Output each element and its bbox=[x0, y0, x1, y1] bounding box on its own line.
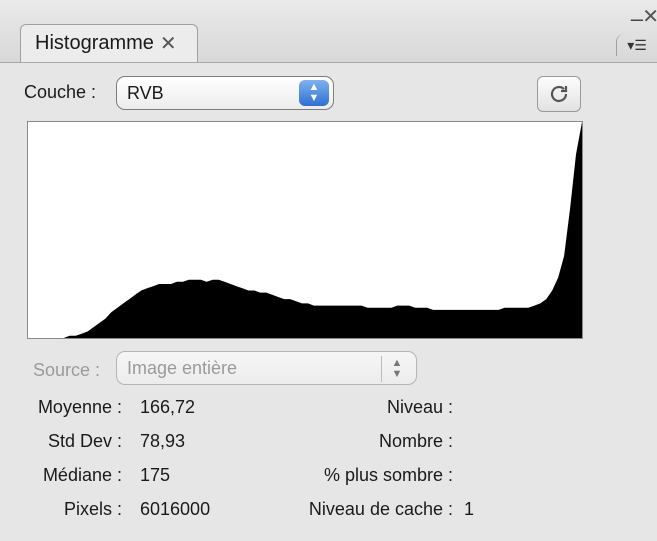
tab-label: Histogramme bbox=[35, 32, 154, 54]
channel-select[interactable]: RVB ▲ ▼ bbox=[116, 76, 334, 110]
stat-label-moyenne: Moyenne : bbox=[37, 397, 122, 417]
channel-select-value: RVB bbox=[127, 83, 164, 103]
source-select-value: Image entière bbox=[127, 358, 238, 378]
stat-label-niveau-cache: Niveau de cache : bbox=[308, 499, 453, 519]
tab-close-icon[interactable]: ✕ bbox=[160, 31, 177, 56]
stat-value-mediane: 175 bbox=[140, 465, 171, 485]
stat-label-std-dev: Std Dev : bbox=[47, 431, 122, 451]
stat-label-nombre: Nombre : bbox=[378, 431, 453, 451]
stat-value-niveau-cache: 1 bbox=[464, 499, 475, 519]
panel-menu-icon[interactable]: ▾☰ bbox=[616, 34, 657, 56]
stat-label-plus-sombre: % plus sombre : bbox=[323, 465, 453, 485]
histogram-panel: Histogramme ✕ – ✕ ▾☰ Couche : RVB ▲ ▼ Sou… bbox=[0, 0, 657, 541]
source-label: Source : bbox=[33, 360, 101, 380]
stat-value-moyenne: 166,72 bbox=[140, 397, 196, 417]
stat-label-pixels: Pixels : bbox=[63, 499, 122, 519]
select-arrows-icon: ▲ ▼ bbox=[299, 80, 329, 106]
histogram-graph bbox=[27, 121, 583, 339]
stat-label-niveau: Niveau : bbox=[386, 397, 453, 417]
refresh-icon bbox=[550, 85, 568, 103]
minimize-icon[interactable]: – bbox=[631, 6, 643, 32]
panel-tab-bar: Histogramme ✕ – ✕ ▾☰ bbox=[0, 0, 657, 63]
tab-histogramme[interactable]: Histogramme ✕ bbox=[20, 24, 198, 62]
refresh-button[interactable] bbox=[537, 76, 581, 112]
histogram-chart bbox=[28, 122, 582, 338]
stat-label-mediane: Médiane : bbox=[42, 465, 122, 485]
histogram-area bbox=[28, 122, 582, 338]
stat-value-std-dev: 78,93 bbox=[140, 431, 186, 451]
close-icon[interactable]: ✕ bbox=[642, 4, 657, 29]
channel-label: Couche : bbox=[24, 82, 97, 102]
stat-value-pixels: 6016000 bbox=[140, 499, 211, 519]
select-arrows-icon: ▲ ▼ bbox=[381, 356, 412, 382]
source-select[interactable]: Image entière ▲ ▼ bbox=[116, 351, 417, 385]
